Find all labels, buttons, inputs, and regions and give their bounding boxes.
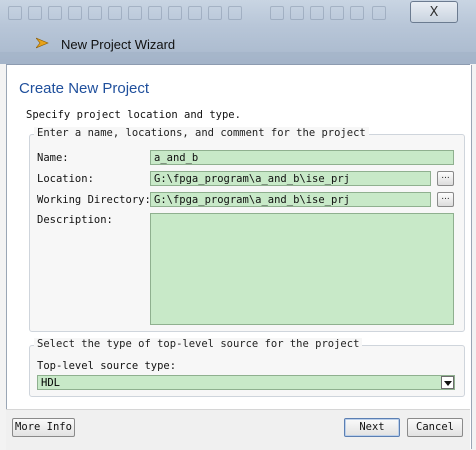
top-level-source-type-label: Top-level source type: xyxy=(37,360,177,372)
working-directory-label: Working Directory: xyxy=(37,194,151,206)
cancel-button[interactable]: Cancel xyxy=(407,418,463,437)
window-title: New Project Wizard xyxy=(61,37,176,52)
working-directory-browse-button[interactable]: ... xyxy=(437,192,454,207)
more-info-button[interactable]: More Info xyxy=(12,418,75,437)
description-label: Description: xyxy=(37,214,113,226)
next-button[interactable]: Next xyxy=(344,418,400,437)
window-titlebar: New Project Wizard X xyxy=(0,0,476,64)
close-icon: X xyxy=(429,4,439,20)
description-textarea[interactable] xyxy=(150,213,454,325)
page-subtitle: Specify project location and type. xyxy=(26,109,241,121)
top-level-source-type-select[interactable]: HDL xyxy=(37,375,455,390)
location-label: Location: xyxy=(37,173,94,185)
page-title: Create New Project xyxy=(19,80,150,97)
location-browse-button[interactable]: ... xyxy=(437,171,454,186)
source-type-legend: Select the type of top-level source for … xyxy=(34,338,363,350)
working-directory-field[interactable]: G:\fpga_program\a_and_b\ise_prj xyxy=(150,192,431,207)
name-label: Name: xyxy=(37,152,69,164)
name-field[interactable]: a_and_b xyxy=(150,150,454,165)
chevron-down-icon[interactable] xyxy=(441,376,454,389)
project-info-legend: Enter a name, locations, and comment for… xyxy=(34,127,369,139)
location-field[interactable]: G:\fpga_program\a_and_b\ise_prj xyxy=(150,171,431,186)
background-toolbar-ghost xyxy=(0,0,476,64)
close-button[interactable]: X xyxy=(410,1,458,23)
wizard-arrow-icon xyxy=(36,37,49,49)
dialog-footer xyxy=(6,409,470,450)
